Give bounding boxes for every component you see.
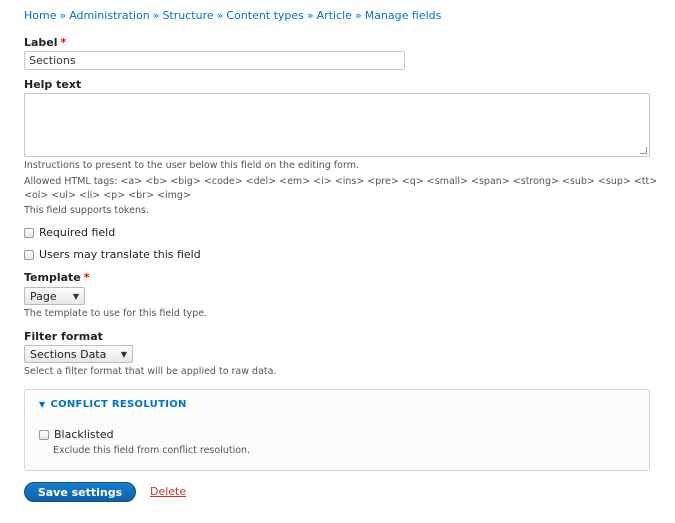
label-input[interactable]: [24, 51, 405, 70]
breadcrumb-administration[interactable]: Administration: [69, 9, 150, 22]
required-field-option[interactable]: Required field: [24, 226, 115, 239]
tokens-note: This field supports tokens.: [24, 205, 149, 216]
conflict-resolution-title: CONFLICT RESOLUTION: [50, 399, 187, 410]
breadcrumb-content-types[interactable]: Content types: [226, 9, 304, 22]
breadcrumb-home[interactable]: Home: [24, 9, 56, 22]
blacklisted-label: Blacklisted: [54, 428, 114, 441]
chevron-down-icon: ▼: [120, 349, 127, 359]
triangle-down-icon: ▼: [39, 400, 46, 409]
breadcrumb-manage-fields[interactable]: Manage fields: [365, 9, 442, 22]
translate-field-option[interactable]: Users may translate this field: [24, 248, 201, 261]
chevron-down-icon: ▼: [72, 291, 79, 301]
help-text-textarea[interactable]: [24, 93, 650, 157]
breadcrumb-separator: »: [354, 9, 362, 22]
save-settings-button[interactable]: Save settings: [24, 482, 136, 502]
allowed-html-tags: Allowed HTML tags: <a> <b> <big> <code> …: [24, 176, 658, 187]
conflict-resolution-toggle[interactable]: ▼ CONFLICT RESOLUTION: [39, 399, 187, 410]
breadcrumb-article[interactable]: Article: [317, 9, 352, 22]
breadcrumb-separator: »: [152, 9, 160, 22]
resize-handle-icon[interactable]: [640, 147, 647, 154]
blacklisted-checkbox[interactable]: [39, 429, 49, 440]
breadcrumb-structure[interactable]: Structure: [162, 9, 213, 22]
template-selected: Page: [30, 289, 57, 303]
breadcrumb-separator: »: [216, 9, 224, 22]
template-select[interactable]: Page ▼: [24, 287, 85, 305]
help-text-description: Instructions to present to the user belo…: [24, 160, 359, 171]
required-field-label: Required field: [39, 226, 116, 239]
breadcrumb: Home» Administration» Structure» Content ty…: [24, 9, 441, 22]
breadcrumb-separator: »: [59, 9, 67, 22]
allowed-html-tags-cont: <ol> <ul> <li> <p> <br> <img>: [24, 190, 191, 201]
delete-link[interactable]: Delete: [150, 485, 186, 498]
breadcrumb-separator: »: [306, 9, 314, 22]
template-description: The template to use for this field type.: [24, 308, 208, 319]
filter-format-select[interactable]: Sections Data ▼: [24, 345, 133, 363]
help-text-label: Help text: [24, 78, 82, 91]
required-mark: *: [83, 271, 90, 284]
template-label: Template *: [24, 271, 90, 284]
filter-format-description: Select a filter format that will be appl…: [24, 366, 277, 377]
conflict-resolution-fieldset: ▼ CONFLICT RESOLUTION Blacklisted Exclud…: [24, 389, 650, 471]
filter-format-selected: Sections Data: [30, 347, 107, 361]
filter-format-label: Filter format: [24, 330, 103, 343]
blacklisted-option[interactable]: Blacklisted: [39, 428, 114, 441]
required-mark: *: [60, 36, 67, 49]
translate-field-label: Users may translate this field: [39, 248, 201, 261]
label-field-label: Label *: [24, 36, 66, 49]
template-label-text: Template: [24, 271, 81, 284]
required-field-checkbox[interactable]: [24, 227, 34, 238]
label-field-label-text: Label: [24, 36, 58, 49]
translate-field-checkbox[interactable]: [24, 249, 34, 260]
blacklisted-description: Exclude this field from conflict resolut…: [53, 445, 251, 456]
